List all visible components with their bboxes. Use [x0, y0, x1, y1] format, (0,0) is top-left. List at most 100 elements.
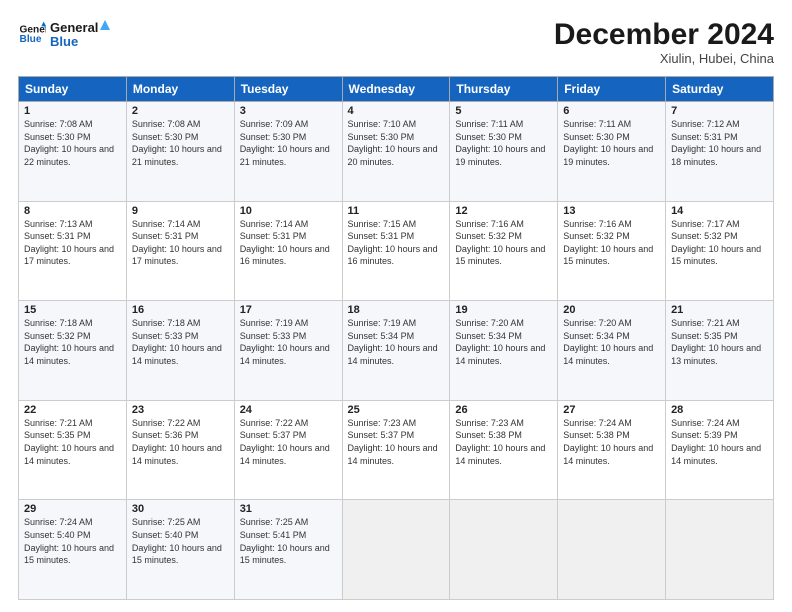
day-cell-10: 10Sunrise: 7:14 AMSunset: 5:31 PMDayligh… [234, 201, 342, 301]
day-info: Sunrise: 7:24 AMSunset: 5:38 PMDaylight:… [563, 417, 660, 467]
svg-text:Blue: Blue [50, 34, 78, 49]
col-header-sunday: Sunday [19, 77, 127, 102]
header-row: SundayMondayTuesdayWednesdayThursdayFrid… [19, 77, 774, 102]
day-number: 23 [132, 404, 229, 416]
location: Xiulin, Hubei, China [554, 51, 774, 66]
day-number: 2 [132, 105, 229, 117]
day-cell-11: 11Sunrise: 7:15 AMSunset: 5:31 PMDayligh… [342, 201, 450, 301]
day-number: 14 [671, 205, 768, 217]
day-info: Sunrise: 7:10 AMSunset: 5:30 PMDaylight:… [348, 118, 445, 168]
week-row-2: 8Sunrise: 7:13 AMSunset: 5:31 PMDaylight… [19, 201, 774, 301]
day-cell-24: 24Sunrise: 7:22 AMSunset: 5:37 PMDayligh… [234, 400, 342, 500]
calendar-table: SundayMondayTuesdayWednesdayThursdayFrid… [18, 76, 774, 600]
col-header-thursday: Thursday [450, 77, 558, 102]
day-info: Sunrise: 7:21 AMSunset: 5:35 PMDaylight:… [671, 317, 768, 367]
day-cell-30: 30Sunrise: 7:25 AMSunset: 5:40 PMDayligh… [126, 500, 234, 600]
day-cell-13: 13Sunrise: 7:16 AMSunset: 5:32 PMDayligh… [558, 201, 666, 301]
day-info: Sunrise: 7:14 AMSunset: 5:31 PMDaylight:… [132, 218, 229, 268]
day-cell-29: 29Sunrise: 7:24 AMSunset: 5:40 PMDayligh… [19, 500, 127, 600]
day-number: 17 [240, 304, 337, 316]
col-header-tuesday: Tuesday [234, 77, 342, 102]
empty-cell [450, 500, 558, 600]
day-info: Sunrise: 7:18 AMSunset: 5:33 PMDaylight:… [132, 317, 229, 367]
day-info: Sunrise: 7:22 AMSunset: 5:36 PMDaylight:… [132, 417, 229, 467]
day-number: 24 [240, 404, 337, 416]
day-number: 8 [24, 205, 121, 217]
day-info: Sunrise: 7:19 AMSunset: 5:33 PMDaylight:… [240, 317, 337, 367]
day-cell-22: 22Sunrise: 7:21 AMSunset: 5:35 PMDayligh… [19, 400, 127, 500]
day-info: Sunrise: 7:11 AMSunset: 5:30 PMDaylight:… [563, 118, 660, 168]
day-cell-21: 21Sunrise: 7:21 AMSunset: 5:35 PMDayligh… [666, 301, 774, 401]
day-cell-25: 25Sunrise: 7:23 AMSunset: 5:37 PMDayligh… [342, 400, 450, 500]
day-info: Sunrise: 7:13 AMSunset: 5:31 PMDaylight:… [24, 218, 121, 268]
day-cell-27: 27Sunrise: 7:24 AMSunset: 5:38 PMDayligh… [558, 400, 666, 500]
logo: General Blue General Blue [18, 18, 110, 50]
day-cell-5: 5Sunrise: 7:11 AMSunset: 5:30 PMDaylight… [450, 102, 558, 202]
day-number: 30 [132, 503, 229, 515]
day-number: 15 [24, 304, 121, 316]
day-number: 1 [24, 105, 121, 117]
day-cell-8: 8Sunrise: 7:13 AMSunset: 5:31 PMDaylight… [19, 201, 127, 301]
day-info: Sunrise: 7:18 AMSunset: 5:32 PMDaylight:… [24, 317, 121, 367]
day-number: 20 [563, 304, 660, 316]
day-number: 10 [240, 205, 337, 217]
week-row-3: 15Sunrise: 7:18 AMSunset: 5:32 PMDayligh… [19, 301, 774, 401]
day-number: 3 [240, 105, 337, 117]
week-row-4: 22Sunrise: 7:21 AMSunset: 5:35 PMDayligh… [19, 400, 774, 500]
day-number: 7 [671, 105, 768, 117]
day-info: Sunrise: 7:24 AMSunset: 5:39 PMDaylight:… [671, 417, 768, 467]
day-cell-26: 26Sunrise: 7:23 AMSunset: 5:38 PMDayligh… [450, 400, 558, 500]
col-header-saturday: Saturday [666, 77, 774, 102]
day-info: Sunrise: 7:17 AMSunset: 5:32 PMDaylight:… [671, 218, 768, 268]
logo-icon: General Blue [18, 20, 46, 48]
day-info: Sunrise: 7:23 AMSunset: 5:37 PMDaylight:… [348, 417, 445, 467]
day-info: Sunrise: 7:14 AMSunset: 5:31 PMDaylight:… [240, 218, 337, 268]
day-info: Sunrise: 7:25 AMSunset: 5:41 PMDaylight:… [240, 516, 337, 566]
title-block: December 2024 Xiulin, Hubei, China [554, 18, 774, 66]
day-number: 11 [348, 205, 445, 217]
day-info: Sunrise: 7:22 AMSunset: 5:37 PMDaylight:… [240, 417, 337, 467]
day-number: 25 [348, 404, 445, 416]
day-cell-4: 4Sunrise: 7:10 AMSunset: 5:30 PMDaylight… [342, 102, 450, 202]
day-cell-19: 19Sunrise: 7:20 AMSunset: 5:34 PMDayligh… [450, 301, 558, 401]
day-cell-1: 1Sunrise: 7:08 AMSunset: 5:30 PMDaylight… [19, 102, 127, 202]
day-cell-14: 14Sunrise: 7:17 AMSunset: 5:32 PMDayligh… [666, 201, 774, 301]
col-header-monday: Monday [126, 77, 234, 102]
day-number: 16 [132, 304, 229, 316]
day-number: 6 [563, 105, 660, 117]
day-cell-12: 12Sunrise: 7:16 AMSunset: 5:32 PMDayligh… [450, 201, 558, 301]
day-cell-6: 6Sunrise: 7:11 AMSunset: 5:30 PMDaylight… [558, 102, 666, 202]
day-number: 19 [455, 304, 552, 316]
day-cell-28: 28Sunrise: 7:24 AMSunset: 5:39 PMDayligh… [666, 400, 774, 500]
day-number: 4 [348, 105, 445, 117]
day-cell-17: 17Sunrise: 7:19 AMSunset: 5:33 PMDayligh… [234, 301, 342, 401]
day-info: Sunrise: 7:19 AMSunset: 5:34 PMDaylight:… [348, 317, 445, 367]
day-info: Sunrise: 7:25 AMSunset: 5:40 PMDaylight:… [132, 516, 229, 566]
svg-text:General: General [50, 20, 98, 35]
day-number: 18 [348, 304, 445, 316]
day-number: 31 [240, 503, 337, 515]
day-cell-15: 15Sunrise: 7:18 AMSunset: 5:32 PMDayligh… [19, 301, 127, 401]
day-info: Sunrise: 7:20 AMSunset: 5:34 PMDaylight:… [455, 317, 552, 367]
day-number: 26 [455, 404, 552, 416]
logo-graphic: General Blue [50, 18, 110, 50]
day-info: Sunrise: 7:16 AMSunset: 5:32 PMDaylight:… [455, 218, 552, 268]
svg-text:Blue: Blue [20, 34, 42, 45]
day-cell-2: 2Sunrise: 7:08 AMSunset: 5:30 PMDaylight… [126, 102, 234, 202]
day-info: Sunrise: 7:24 AMSunset: 5:40 PMDaylight:… [24, 516, 121, 566]
day-info: Sunrise: 7:20 AMSunset: 5:34 PMDaylight:… [563, 317, 660, 367]
day-number: 29 [24, 503, 121, 515]
empty-cell [558, 500, 666, 600]
col-header-wednesday: Wednesday [342, 77, 450, 102]
empty-cell [342, 500, 450, 600]
day-number: 21 [671, 304, 768, 316]
day-number: 12 [455, 205, 552, 217]
day-cell-3: 3Sunrise: 7:09 AMSunset: 5:30 PMDaylight… [234, 102, 342, 202]
day-number: 13 [563, 205, 660, 217]
day-info: Sunrise: 7:12 AMSunset: 5:31 PMDaylight:… [671, 118, 768, 168]
day-info: Sunrise: 7:15 AMSunset: 5:31 PMDaylight:… [348, 218, 445, 268]
day-number: 28 [671, 404, 768, 416]
week-row-5: 29Sunrise: 7:24 AMSunset: 5:40 PMDayligh… [19, 500, 774, 600]
day-info: Sunrise: 7:23 AMSunset: 5:38 PMDaylight:… [455, 417, 552, 467]
col-header-friday: Friday [558, 77, 666, 102]
